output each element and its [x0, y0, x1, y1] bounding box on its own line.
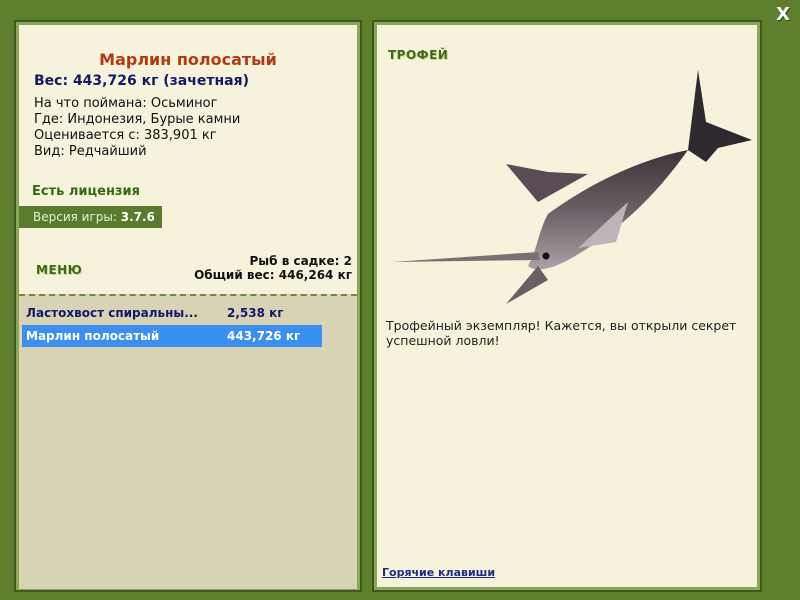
hotkeys-link[interactable]: Горячие клавиши — [382, 566, 495, 579]
menu-button[interactable]: МЕНЮ — [36, 263, 82, 277]
version-bar: Версия игры: 3.7.6 — [19, 206, 162, 228]
marlin-image — [392, 70, 752, 304]
close-icon[interactable]: X — [776, 4, 790, 25]
list-item-name: Ластохвост спиральны... — [26, 306, 198, 320]
trophy-description: Трофейный экземпляр! Кажется, вы открыли… — [386, 318, 737, 348]
species-detail: Вид: Редчайший — [34, 144, 147, 159]
fish-info-panel: Марлин полосатый Вес: 443,726 кг (зачетн… — [14, 20, 362, 592]
location-detail: Где: Индонезия, Бурые камни — [34, 112, 241, 127]
bait-detail: На что поймана: Осьминог — [34, 96, 218, 111]
valuation-detail: Оценивается с: 383,901 кг — [34, 128, 217, 143]
list-item-weight: 443,726 кг — [227, 329, 301, 343]
cage-total-weight: Общий вес: 446,264 кг — [194, 268, 352, 282]
version-label: Версия игры: — [33, 210, 117, 224]
trophy-panel: ТРОФЕЙ Трофейный экземпляр! Кажется, вы … — [372, 20, 762, 592]
close-button[interactable]: X — [776, 4, 790, 25]
list-item-weight: 2,538 кг — [227, 306, 284, 320]
version-value: 3.7.6 — [120, 210, 155, 224]
fish-weight: Вес: 443,726 кг (зачетная) — [34, 73, 249, 89]
catch-list: Ластохвост спиральны... 2,538 кг Марлин … — [19, 294, 357, 589]
cage-count: Рыб в садке: 2 — [249, 254, 353, 268]
list-item[interactable]: Ластохвост спиральны... 2,538 кг — [22, 302, 322, 324]
license-status: Есть лицензия — [32, 184, 140, 199]
fish-title: Марлин полосатый — [99, 50, 277, 69]
list-item-selected[interactable]: Марлин полосатый 443,726 кг — [22, 325, 322, 347]
list-item-name: Марлин полосатый — [26, 329, 160, 343]
